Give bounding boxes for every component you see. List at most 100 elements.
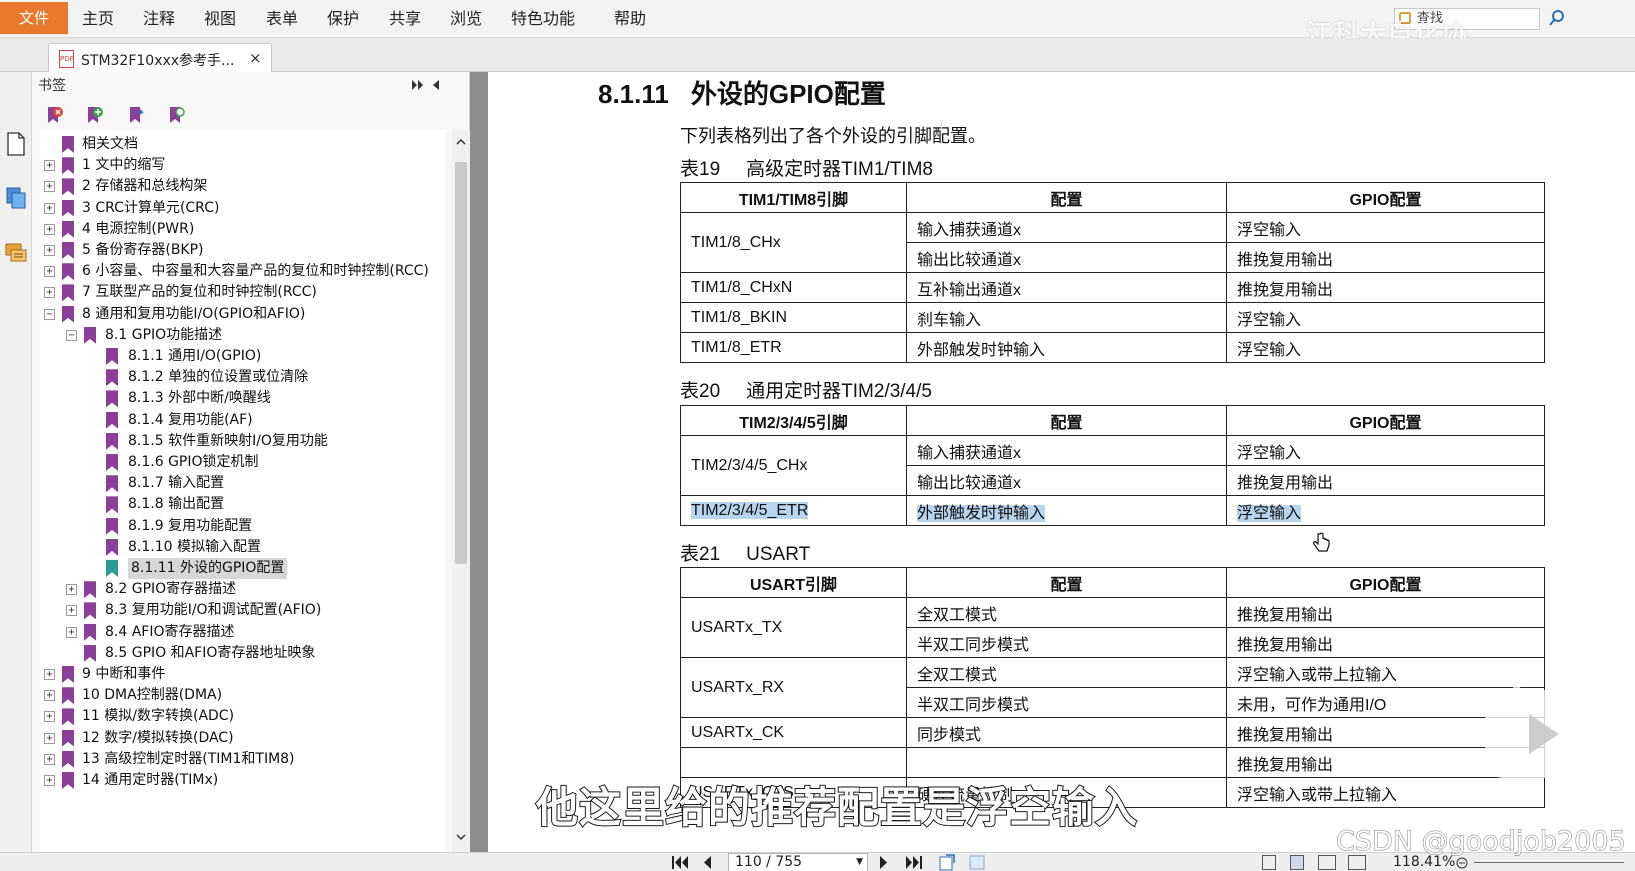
expand-icon[interactable]: + <box>44 711 55 723</box>
expand-icon[interactable]: + <box>44 775 55 786</box>
bookmark-item[interactable]: 8.1.9 复用功能配置 <box>40 516 446 537</box>
bookmark-item[interactable]: +8.4 AFIO寄存器描述 <box>40 622 446 643</box>
bookmark-item[interactable]: 8.1.8 输出配置 <box>40 494 446 515</box>
two-page-continuous-view-icon[interactable] <box>1348 855 1366 870</box>
bookmark-item[interactable]: 8.1.11 外设的GPIO配置 <box>40 558 446 579</box>
expand-panel-icon[interactable] <box>412 80 424 90</box>
expand-icon[interactable]: + <box>44 287 55 299</box>
bookmark-item[interactable]: +13 高级控制定时器(TIM1和TIM8) <box>40 749 446 770</box>
first-page-icon[interactable] <box>672 856 688 869</box>
expand-icon[interactable]: + <box>44 245 55 256</box>
menu-item-share[interactable]: 共享 <box>389 0 421 38</box>
gpio-config-cell: 浮空输入 <box>1226 332 1545 363</box>
delete-bookmark-icon[interactable] <box>46 106 64 124</box>
find-bookmark-icon[interactable] <box>168 106 186 124</box>
single-page-view-icon[interactable] <box>1262 855 1276 870</box>
continuous-view-icon[interactable] <box>1290 855 1304 870</box>
bookmark-label: 1 文中的缩写 <box>82 157 166 174</box>
column-header: 配置 <box>906 567 1227 598</box>
bookmark-item[interactable]: +8.2 GPIO寄存器描述 <box>40 579 446 600</box>
panel-splitter[interactable] <box>470 72 488 852</box>
pin-cell: TIM1/8_BKIN <box>680 302 907 333</box>
previous-page-icon[interactable] <box>702 856 711 869</box>
bookmark-item[interactable]: +3 CRC计算单元(CRC) <box>40 198 446 219</box>
video-play-overlay[interactable] <box>1485 670 1593 778</box>
next-page-icon[interactable] <box>880 856 889 869</box>
bookmark-item[interactable]: +8.3 复用功能I/O和调试配置(AFIO) <box>40 600 446 621</box>
menu-item-help[interactable]: 帮助 <box>614 0 646 38</box>
expand-icon[interactable]: + <box>44 160 55 172</box>
bookmark-item[interactable]: 8.1.3 外部中断/唤醒线 <box>40 388 446 409</box>
two-page-view-icon[interactable] <box>1318 855 1336 870</box>
bookmark-item[interactable]: − 8.1 GPIO功能描述 <box>40 325 446 346</box>
bookmark-item[interactable]: +1 文中的缩写 <box>40 155 446 176</box>
bookmark-item[interactable]: 8.1.1 通用I/O(GPIO) <box>40 346 446 367</box>
add-bookmark-icon[interactable] <box>86 106 104 124</box>
bookmark-label: 8.1.2 单独的位设置或位清除 <box>128 369 309 386</box>
bookmark-item[interactable]: 8.1.6 GPIO锁定机制 <box>40 452 446 473</box>
menu-item-form[interactable]: 表单 <box>266 0 298 38</box>
bookmark-item[interactable]: − 8 通用和复用功能I/O(GPIO和AFIO) <box>40 304 446 325</box>
document-tab[interactable]: PDF STM32F10xxx参考手... × <box>48 43 272 73</box>
bookmark-item[interactable]: +7 互联型产品的复位和时钟控制(RCC) <box>40 282 446 303</box>
bookmark-item[interactable]: +5 备份寄存器(BKP) <box>40 240 446 261</box>
bookmark-item[interactable]: 8.1.7 输入配置 <box>40 473 446 494</box>
close-icon[interactable]: × <box>249 49 262 67</box>
comments-icon[interactable] <box>5 242 27 266</box>
expand-icon[interactable]: + <box>44 690 55 702</box>
menu-item-features[interactable]: 特色功能 <box>511 0 575 38</box>
file-menu-button[interactable]: 文件 <box>0 2 68 34</box>
menu-item-browse[interactable]: 浏览 <box>450 0 482 38</box>
menu-item-home[interactable]: 主页 <box>82 0 114 38</box>
zoom-slider[interactable] <box>1474 862 1624 863</box>
bookmark-item[interactable]: +12 数字/模拟转换(DAC) <box>40 728 446 749</box>
bookmark-item[interactable]: +6 小容量、中容量和大容量产品的复位和时钟控制(RCC) <box>40 261 446 282</box>
menu-item-annotate[interactable]: 注释 <box>143 0 175 38</box>
bookmark-item[interactable]: 8.1.5 软件重新映射I/O复用功能 <box>40 431 446 452</box>
bookmark-item[interactable]: 8.1.10 模拟输入配置 <box>40 537 446 558</box>
bookmark-item[interactable]: 8.5 GPIO 和AFIO寄存器地址映象 <box>40 643 446 664</box>
expand-icon[interactable]: + <box>44 753 55 765</box>
bookmark-item[interactable]: +14 通用定时器(TIMx) <box>40 770 446 791</box>
expand-icon[interactable]: + <box>44 181 55 193</box>
bookmark-item[interactable]: 相关文档 <box>40 134 446 155</box>
scrollbar-thumb[interactable] <box>455 162 467 564</box>
expand-icon[interactable]: + <box>66 605 77 617</box>
bookmark-icon <box>62 136 74 153</box>
rotate-page-icon[interactable] <box>938 854 958 871</box>
expand-icon[interactable]: + <box>44 732 55 744</box>
bookmark-item[interactable]: +2 存储器和总线构架 <box>40 176 446 197</box>
goto-bookmark-icon[interactable] <box>128 106 146 124</box>
scroll-up-icon[interactable] <box>456 138 466 145</box>
collapse-panel-icon[interactable] <box>432 80 440 90</box>
bookmark-item[interactable]: +11 模拟/数字转换(ADC) <box>40 706 446 727</box>
fit-page-icon[interactable] <box>968 854 988 871</box>
scroll-down-icon[interactable] <box>456 834 466 841</box>
layers-icon[interactable] <box>5 186 27 210</box>
search-icon[interactable] <box>1548 9 1566 27</box>
bookmark-item[interactable]: +10 DMA控制器(DMA) <box>40 685 446 706</box>
menu-item-protect[interactable]: 保护 <box>327 0 359 38</box>
bookmark-item[interactable]: 8.1.4 复用功能(AF) <box>40 410 446 431</box>
expand-icon[interactable]: + <box>66 584 77 596</box>
bookmark-item[interactable]: +9 中断和事件 <box>40 664 446 685</box>
zoom-out-icon[interactable] <box>1456 857 1468 869</box>
last-page-icon[interactable] <box>906 856 922 869</box>
bookmark-item[interactable]: 8.1.2 单独的位设置或位清除 <box>40 367 446 388</box>
menu-item-view[interactable]: 视图 <box>204 0 236 38</box>
bookmark-label: 8 通用和复用功能I/O(GPIO和AFIO) <box>82 305 306 322</box>
chevron-down-icon[interactable]: ▼ <box>856 854 863 871</box>
expand-icon[interactable]: + <box>44 223 55 235</box>
bookmark-vertical-scrollbar[interactable] <box>452 130 470 852</box>
expand-icon[interactable]: + <box>66 626 77 638</box>
pin-cell: TIM2/3/4/5_CHx <box>680 435 907 496</box>
page-number-input[interactable]: 110 / 755 ▼ <box>728 853 868 871</box>
page-thumbnail-icon[interactable] <box>6 132 26 156</box>
table-row: TIM2/3/4/5_CHx 输入捕获通道x 浮空输入 <box>680 435 1545 496</box>
bookmark-item[interactable]: +4 电源控制(PWR) <box>40 219 446 240</box>
collapse-icon[interactable]: − <box>66 329 77 341</box>
expand-icon[interactable]: + <box>44 266 55 278</box>
collapse-icon[interactable]: − <box>44 308 55 320</box>
expand-icon[interactable]: + <box>44 202 55 214</box>
expand-icon[interactable]: + <box>44 669 55 680</box>
